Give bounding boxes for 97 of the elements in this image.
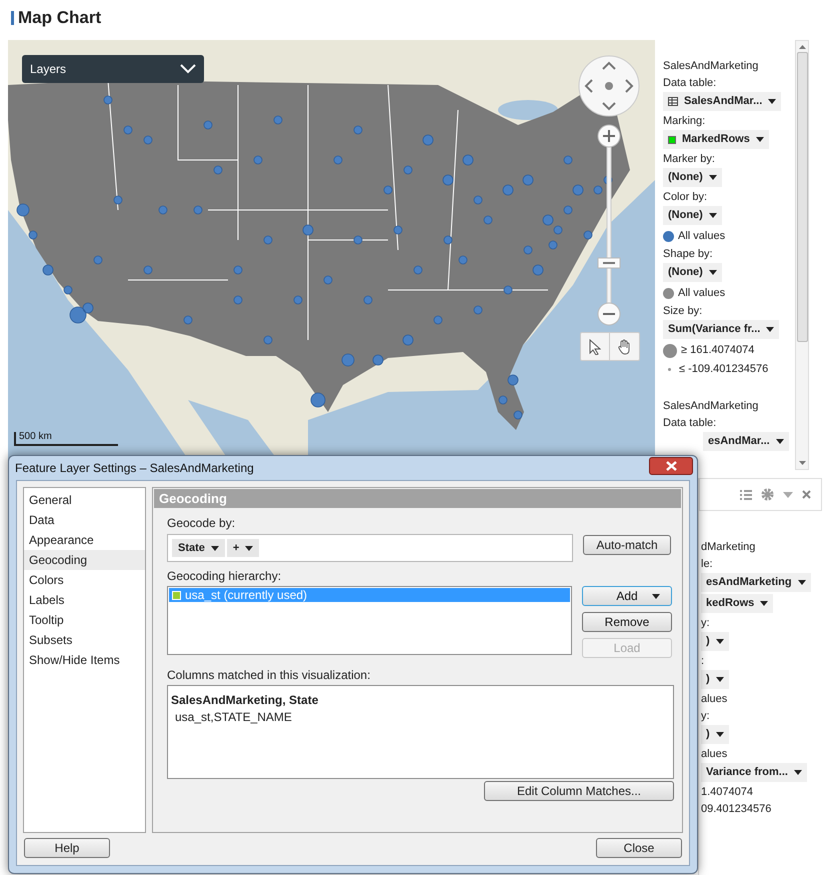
field-label: Geocoding hierarchy: bbox=[167, 568, 282, 584]
field-label: Geocode by: bbox=[167, 515, 236, 531]
dropdown[interactable]: SalesAndMar... bbox=[663, 92, 782, 111]
caret-icon bbox=[760, 601, 768, 606]
nav-item[interactable]: Data bbox=[24, 510, 145, 530]
caret-icon bbox=[776, 439, 784, 444]
pan-control[interactable] bbox=[578, 55, 640, 117]
nav-item[interactable]: Geocoding bbox=[24, 550, 145, 570]
zoom-out-button[interactable] bbox=[598, 302, 620, 326]
legend-label: alues bbox=[701, 692, 728, 707]
caret-icon bbox=[708, 270, 717, 275]
hand-icon bbox=[618, 338, 632, 354]
caret-icon bbox=[798, 580, 806, 585]
title-accent bbox=[11, 11, 14, 25]
legend-label: 09.401234576 bbox=[701, 802, 772, 817]
legend-label: SalesAndMarketing bbox=[663, 59, 760, 74]
nav-item[interactable]: Subsets bbox=[24, 630, 145, 650]
close-button[interactable] bbox=[649, 457, 693, 475]
caret-icon bbox=[210, 546, 219, 550]
scroll-up-icon[interactable] bbox=[798, 45, 806, 49]
dropdown[interactable]: Sum(Variance fr... bbox=[663, 320, 780, 339]
pointer-icon bbox=[589, 338, 601, 354]
dropdown[interactable]: MarkedRows bbox=[663, 130, 769, 149]
dialog-title: Feature Layer Settings – SalesAndMarketing bbox=[15, 460, 254, 477]
caret-icon bbox=[716, 732, 724, 737]
caret-icon bbox=[794, 770, 802, 775]
dropdown[interactable]: (None) bbox=[663, 263, 722, 282]
caret-icon bbox=[716, 639, 724, 644]
legend-label: Shape by: bbox=[663, 247, 714, 262]
nav-item[interactable]: Tooltip bbox=[24, 610, 145, 630]
legend-label: y: bbox=[701, 616, 711, 631]
dropdown[interactable]: ) bbox=[701, 632, 729, 651]
matched-value: usa_st,STATE_NAME bbox=[174, 709, 293, 726]
legend-label: SalesAndMarketing bbox=[663, 399, 760, 414]
scroll-thumb[interactable] bbox=[796, 52, 808, 342]
legend-label: alues bbox=[701, 747, 728, 762]
dropdown[interactable]: esAndMar... bbox=[703, 432, 789, 451]
scroll-down-icon[interactable] bbox=[798, 461, 806, 465]
legend-label: dMarketing bbox=[701, 540, 756, 555]
auto-match-button[interactable]: Auto-match bbox=[583, 535, 671, 555]
caret-icon bbox=[716, 677, 724, 682]
nav-item[interactable]: Appearance bbox=[24, 530, 145, 550]
legend-label: Marking: bbox=[663, 114, 706, 129]
dropdown[interactable]: (None) bbox=[663, 206, 722, 225]
nav-item[interactable]: General bbox=[24, 490, 145, 510]
close-button[interactable]: Close bbox=[596, 838, 682, 858]
zoom-in-button[interactable] bbox=[598, 124, 620, 148]
dropdown[interactable]: kedRows bbox=[701, 594, 774, 613]
caret-icon[interactable] bbox=[783, 492, 793, 498]
scale-bar-label: 500 km bbox=[19, 431, 52, 443]
chevron-icon bbox=[180, 64, 196, 74]
field-label: Columns matched in this visualization: bbox=[167, 667, 372, 683]
edit-column-matches-button[interactable]: Edit Column Matches... bbox=[484, 781, 674, 801]
geocode-field[interactable]: State + bbox=[167, 534, 573, 562]
dialog-button[interactable]: Add bbox=[582, 586, 672, 606]
caret-icon bbox=[708, 213, 717, 218]
section-header: Geocoding bbox=[154, 489, 681, 508]
dropdown[interactable]: esAndMarketing bbox=[701, 573, 811, 592]
close-icon[interactable] bbox=[802, 490, 811, 499]
dropdown[interactable]: ) bbox=[701, 670, 729, 689]
table-icon bbox=[668, 97, 678, 106]
legend-label: All values bbox=[678, 229, 726, 244]
dropdown[interactable]: Variance from... bbox=[701, 763, 807, 782]
column-chip[interactable]: State bbox=[172, 539, 225, 557]
caret-icon bbox=[768, 99, 776, 104]
legend-label: y: bbox=[701, 709, 711, 724]
legend-label: Data table: bbox=[663, 76, 718, 91]
list-icon[interactable] bbox=[740, 488, 752, 500]
legend-label: ≥ 161.4074074 bbox=[681, 343, 754, 358]
nav-item[interactable]: Show/Hide Items bbox=[24, 650, 145, 670]
help-button[interactable]: Help bbox=[24, 838, 110, 858]
legend-label: Data table: bbox=[663, 416, 718, 431]
scrollbar[interactable] bbox=[795, 40, 809, 470]
nav-item[interactable]: Labels bbox=[24, 590, 145, 610]
zoom-slider-handle[interactable] bbox=[598, 258, 620, 268]
nav-item[interactable]: Colors bbox=[24, 570, 145, 590]
caret-icon bbox=[245, 546, 254, 550]
dropdown[interactable]: (None) bbox=[663, 168, 722, 187]
chart-title: Map Chart bbox=[18, 7, 102, 30]
legend-label: ≤ -109.401234576 bbox=[679, 362, 768, 377]
legend-label: All values bbox=[678, 286, 726, 301]
caret-icon bbox=[756, 137, 764, 142]
legend-label: Marker by: bbox=[663, 152, 716, 167]
legend-label: Size by: bbox=[663, 304, 704, 319]
caret-icon bbox=[708, 175, 717, 180]
dropdown[interactable]: ) bbox=[701, 725, 729, 744]
caret-icon bbox=[766, 327, 774, 332]
layers-dropdown[interactable]: Layers bbox=[22, 55, 204, 83]
settings-icon[interactable] bbox=[761, 488, 774, 501]
legend-label: 1.4074074 bbox=[701, 785, 754, 800]
matched-heading: SalesAndMarketing, State bbox=[171, 692, 320, 708]
legend-label: Color by: bbox=[663, 190, 708, 205]
column-chip[interactable]: + bbox=[226, 539, 260, 557]
legend-label: : bbox=[701, 654, 706, 669]
legend-label: le: bbox=[701, 557, 714, 572]
dialog-button[interactable]: Remove bbox=[582, 612, 672, 632]
close-icon bbox=[666, 461, 676, 471]
